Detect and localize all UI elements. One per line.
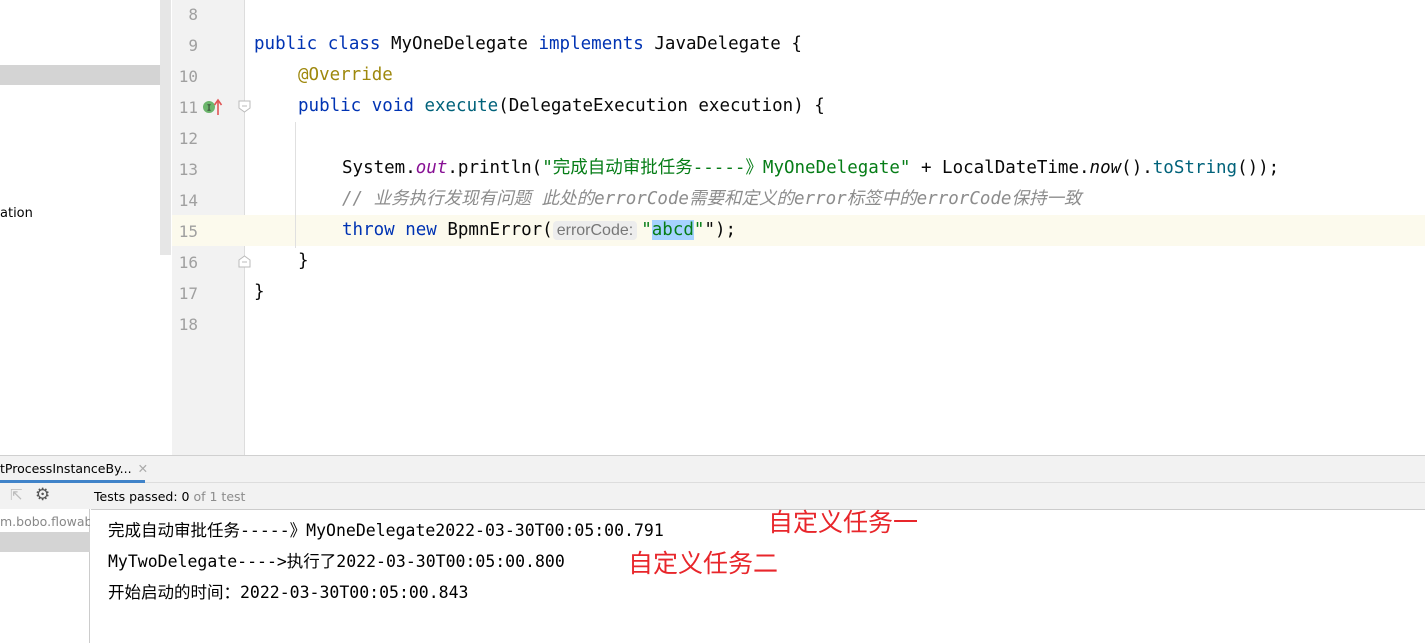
line-number: 8: [188, 5, 198, 24]
line-number: 9: [188, 36, 198, 55]
test-status: Tests passed: 0 of 1 test: [94, 489, 246, 504]
code-line-17[interactable]: }: [254, 277, 265, 308]
line-number: 13: [178, 160, 198, 179]
code-line-11[interactable]: public void execute(DelegateExecution ex…: [298, 91, 825, 122]
annotation-task-two: 自定义任务二: [628, 549, 779, 578]
code-line-16[interactable]: }: [298, 246, 309, 277]
line-number: 15: [178, 222, 198, 241]
svg-text:I: I: [207, 104, 212, 113]
code-line-15[interactable]: throw new BpmnError(errorCode: "abcd"");: [342, 215, 736, 246]
run-tab-bar: tProcessInstanceBy... ✕: [0, 456, 1425, 483]
implements-method-icon[interactable]: I: [202, 98, 224, 116]
selected-text[interactable]: abcd: [651, 220, 694, 240]
parameter-hint: errorCode:: [552, 221, 638, 240]
code-line-9[interactable]: public class MyOneDelegate implements Ja…: [254, 29, 802, 60]
line-number: 16: [178, 253, 198, 272]
run-toolbar: ⇱ ⚙ Tests passed: 0 of 1 test: [0, 483, 1425, 509]
code-line-10[interactable]: @Override: [298, 60, 393, 91]
console-line: 完成自动审批任务-----》MyOneDelegate2022-03-30T00…: [108, 521, 664, 540]
annotation-task-one: 自定义任务一: [768, 508, 919, 537]
line-number: 18: [178, 315, 198, 334]
fold-end-icon[interactable]: [238, 255, 252, 269]
console-line: MyTwoDelegate---->执行了2022-03-30T00:05:00…: [108, 552, 565, 571]
gear-icon[interactable]: ⚙: [35, 485, 50, 505]
project-selected-row[interactable]: [0, 65, 170, 85]
run-tab[interactable]: tProcessInstanceBy... ✕: [0, 456, 148, 483]
fold-icon[interactable]: [238, 100, 252, 114]
console-line: 开始启动的时间：2022-03-30T00:05:00.843: [108, 583, 469, 602]
code-line-13[interactable]: System.out.println("完成自动审批任务-----》MyOneD…: [342, 153, 1279, 184]
test-tree-item[interactable]: m.bobo.flowable: [0, 514, 90, 529]
indent-guide: [295, 122, 296, 248]
test-tree: m.bobo.flowable: [0, 509, 90, 643]
run-panel: tProcessInstanceBy... ✕ ⇱ ⚙ Tests passed:…: [0, 455, 1425, 643]
test-tree-selected-row[interactable]: [0, 532, 90, 552]
line-number: 10: [178, 67, 198, 86]
line-number: 14: [178, 191, 198, 210]
run-tab-label: tProcessInstanceBy...: [0, 461, 132, 476]
project-scrollbar[interactable]: [160, 0, 171, 255]
export-icon[interactable]: ⇱: [10, 486, 23, 504]
line-number: 11: [178, 98, 198, 117]
line-number: 17: [178, 284, 198, 303]
project-tree-item[interactable]: ation: [0, 206, 33, 221]
close-icon[interactable]: ✕: [138, 461, 148, 476]
code-line-14-comment[interactable]: // 业务执行发现有问题 此处的errorCode需要和定义的error标签中的…: [342, 184, 1081, 215]
line-number: 12: [178, 129, 198, 148]
